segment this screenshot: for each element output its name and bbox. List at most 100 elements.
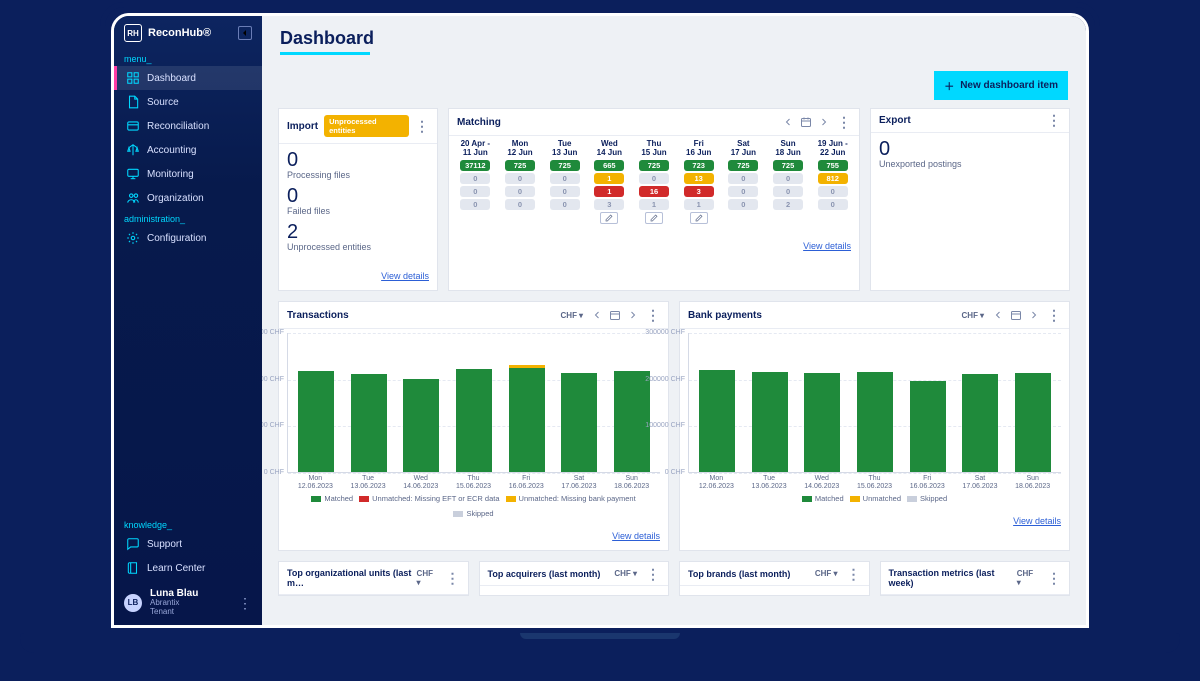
matching-value[interactable]: 1 <box>684 199 714 210</box>
matching-day-label: 19 Jun -22 Jun <box>818 140 848 158</box>
bank-calendar-button[interactable] <box>1009 308 1023 322</box>
matching-value[interactable]: 0 <box>728 173 758 184</box>
matching-value[interactable]: 3 <box>594 199 624 210</box>
matching-value[interactable]: 812 <box>818 173 848 184</box>
currency-selector[interactable]: CHF ▾ <box>414 568 440 588</box>
sidebar-item-monitoring[interactable]: Monitoring <box>114 162 262 186</box>
bar <box>502 365 551 472</box>
matching-value[interactable]: 725 <box>773 160 803 171</box>
y-tick-label: 200000 CHF <box>633 376 685 383</box>
bank-prev-button[interactable] <box>991 308 1005 322</box>
matching-value[interactable]: 0 <box>550 199 580 210</box>
matching-value[interactable]: 0 <box>505 199 535 210</box>
sidebar-item-organization[interactable]: Organization <box>114 186 262 210</box>
matching-value[interactable]: 1 <box>594 173 624 184</box>
card-export-menu[interactable]: ⋮ <box>1047 116 1061 124</box>
matching-value[interactable]: 0 <box>728 199 758 210</box>
sidebar-item-support[interactable]: Support <box>114 532 262 556</box>
bank-next-button[interactable] <box>1027 308 1041 322</box>
collapse-sidebar-button[interactable] <box>238 26 252 40</box>
matching-value[interactable]: 0 <box>773 173 803 184</box>
user-profile[interactable]: LB Luna Blau Abrantix Tenant ⋮ <box>114 580 262 625</box>
matching-edit-button[interactable] <box>645 212 663 224</box>
sidebar-item-learn-center[interactable]: Learn Center <box>114 556 262 580</box>
x-tick-label: Tue13.06.2023 <box>344 475 393 490</box>
user-menu-button[interactable]: ⋮ <box>238 599 252 607</box>
x-tick-label: Wed14.06.2023 <box>797 475 846 490</box>
matching-next-button[interactable] <box>817 115 831 129</box>
mini-card-menu[interactable]: ⋮ <box>1047 574 1061 582</box>
matching-value[interactable]: 0 <box>639 173 669 184</box>
matching-value[interactable]: 0 <box>728 186 758 197</box>
import-metric-label: Unprocessed entities <box>287 242 429 252</box>
currency-selector[interactable]: CHF ▾ <box>1014 568 1041 588</box>
matching-value[interactable]: 1 <box>639 199 669 210</box>
currency-selector[interactable]: CHF ▾ <box>812 568 841 579</box>
matching-value[interactable]: 725 <box>550 160 580 171</box>
card-matching-view-details[interactable]: View details <box>803 241 851 251</box>
transactions-next-button[interactable] <box>626 308 640 322</box>
card-transactions-view-details[interactable]: View details <box>612 531 660 541</box>
matching-value[interactable]: 0 <box>818 199 848 210</box>
matching-value[interactable]: 723 <box>684 160 714 171</box>
matching-value[interactable]: 725 <box>639 160 669 171</box>
y-tick-label: 300000 CHF <box>262 329 284 336</box>
matching-value[interactable]: 13 <box>684 173 714 184</box>
card-matching-menu[interactable]: ⋮ <box>837 118 851 126</box>
matching-value[interactable]: 755 <box>818 160 848 171</box>
matching-value[interactable]: 0 <box>818 186 848 197</box>
x-tick-label: Wed14.06.2023 <box>396 475 445 490</box>
transactions-prev-button[interactable] <box>590 308 604 322</box>
matching-value[interactable]: 2 <box>773 199 803 210</box>
matching-value[interactable]: 725 <box>728 160 758 171</box>
y-tick-label: 0 CHF <box>262 469 284 476</box>
sidebar-item-reconciliation[interactable]: Reconciliation <box>114 114 262 138</box>
matching-calendar-button[interactable] <box>799 115 813 129</box>
transactions-calendar-button[interactable] <box>608 308 622 322</box>
matching-edit-button[interactable] <box>600 212 618 224</box>
sidebar-item-accounting[interactable]: Accounting <box>114 138 262 162</box>
import-metric-value: 0 <box>287 186 429 206</box>
mini-card-menu[interactable]: ⋮ <box>446 574 460 582</box>
matching-edit-button[interactable] <box>690 212 708 224</box>
matching-prev-button[interactable] <box>781 115 795 129</box>
mini-card-menu[interactable]: ⋮ <box>646 570 660 578</box>
card-import-menu[interactable]: ⋮ <box>415 122 429 130</box>
currency-selector[interactable]: CHF ▾ <box>558 310 586 321</box>
card-import: Import Unprocessed entities ⋮ 0 Processi… <box>278 108 438 291</box>
matching-value[interactable]: 0 <box>460 199 490 210</box>
matching-value[interactable]: 0 <box>505 186 535 197</box>
sidebar-item-label: Monitoring <box>147 169 194 180</box>
bar <box>555 373 604 472</box>
matching-value[interactable]: 37112 <box>460 160 490 171</box>
learn-icon <box>126 561 140 575</box>
matching-value[interactable]: 1 <box>594 186 624 197</box>
card-import-view-details[interactable]: View details <box>381 271 429 281</box>
sidebar-item-dashboard[interactable]: Dashboard <box>114 66 262 90</box>
matching-value[interactable]: 0 <box>550 186 580 197</box>
sidebar-item-configuration[interactable]: Configuration <box>114 226 262 250</box>
matching-value[interactable]: 0 <box>460 173 490 184</box>
mini-card: Top brands (last month) CHF ▾ ⋮ <box>679 561 870 596</box>
currency-selector[interactable]: CHF ▾ <box>611 568 640 579</box>
dashboard-icon <box>126 71 140 85</box>
card-import-title: Import <box>287 121 318 132</box>
sidebar-item-source[interactable]: Source <box>114 90 262 114</box>
sidebar-item-label: Organization <box>147 193 204 204</box>
matching-value[interactable]: 0 <box>460 186 490 197</box>
matching-value[interactable]: 0 <box>505 173 535 184</box>
page-title: Dashboard <box>262 16 1086 57</box>
legend-item: Unmatched: Missing bank payment <box>506 494 636 503</box>
matching-value[interactable]: 16 <box>639 186 669 197</box>
matching-value[interactable]: 0 <box>550 173 580 184</box>
card-transactions-menu[interactable]: ⋮ <box>646 311 660 319</box>
matching-value[interactable]: 665 <box>594 160 624 171</box>
card-bank-view-details[interactable]: View details <box>1013 516 1061 526</box>
currency-selector[interactable]: CHF ▾ <box>959 310 987 321</box>
matching-value[interactable]: 3 <box>684 186 714 197</box>
matching-value[interactable]: 0 <box>773 186 803 197</box>
matching-value[interactable]: 725 <box>505 160 535 171</box>
card-bank-menu[interactable]: ⋮ <box>1047 311 1061 319</box>
mini-card-menu[interactable]: ⋮ <box>847 570 861 578</box>
new-dashboard-item-button[interactable]: ＋ New dashboard item <box>934 71 1068 100</box>
